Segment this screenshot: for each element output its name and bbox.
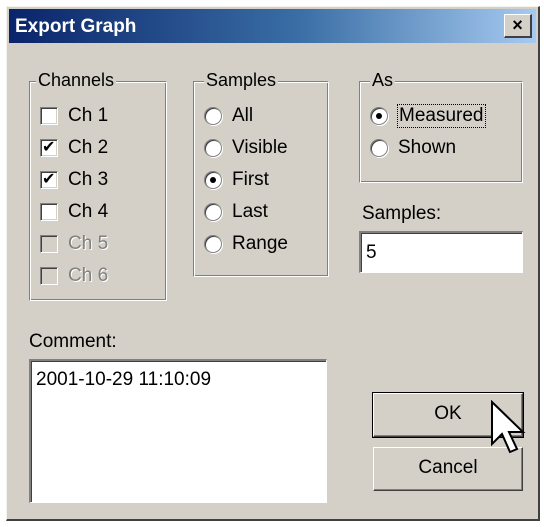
checkbox-ch6-label: Ch 6 bbox=[68, 265, 109, 286]
checkbox-ch1-label: Ch 1 bbox=[68, 105, 109, 126]
radio-button[interactable] bbox=[204, 203, 222, 221]
checkbox-box bbox=[40, 267, 58, 285]
radio-visible-label: Visible bbox=[232, 137, 288, 158]
samples-group-label: Samples bbox=[204, 70, 279, 91]
radio-button[interactable] bbox=[204, 235, 222, 253]
checkbox-box[interactable] bbox=[40, 107, 58, 125]
checkbox-ch4-label: Ch 4 bbox=[68, 201, 109, 222]
title-bar[interactable]: Export Graph × bbox=[9, 9, 536, 43]
samples-input[interactable]: 5 bbox=[359, 231, 523, 273]
samples-field-label: Samples: bbox=[362, 203, 442, 224]
radio-all-label: All bbox=[232, 105, 254, 126]
checkbox-ch5-label: Ch 5 bbox=[68, 233, 109, 254]
radio-button[interactable] bbox=[370, 107, 388, 125]
channels-group: Channels Ch 1 ✔ Ch 2 ✔ Ch 3 Ch 4 Ch 5 Ch… bbox=[29, 70, 167, 301]
export-graph-dialog: Export Graph × Channels Ch 1 ✔ Ch 2 ✔ Ch… bbox=[6, 6, 540, 521]
ok-button-label: OK bbox=[434, 403, 462, 424]
radio-button[interactable] bbox=[204, 139, 222, 157]
as-group: As Measured Shown bbox=[359, 70, 523, 183]
radio-button[interactable] bbox=[204, 171, 222, 189]
samples-group: Samples All Visible First Last Range bbox=[193, 70, 329, 277]
comment-label: Comment: bbox=[29, 331, 117, 352]
radio-range-label: Range bbox=[232, 233, 288, 254]
dialog-title: Export Graph bbox=[15, 16, 137, 37]
radio-first-label: First bbox=[232, 169, 269, 190]
comment-textarea[interactable]: 2001-10-29 11:10:09 bbox=[29, 359, 327, 503]
checkbox-box[interactable]: ✔ bbox=[40, 139, 58, 157]
samples-input-value: 5 bbox=[366, 242, 377, 263]
close-button[interactable]: × bbox=[504, 14, 532, 38]
checkmark-icon: ✔ bbox=[42, 171, 56, 188]
radio-measured-label: Measured bbox=[397, 104, 486, 128]
close-icon: × bbox=[512, 15, 523, 35]
checkbox-box[interactable] bbox=[40, 203, 58, 221]
radio-button[interactable] bbox=[370, 139, 388, 157]
comment-text: 2001-10-29 11:10:09 bbox=[36, 369, 212, 390]
radio-dot-icon bbox=[210, 177, 216, 183]
checkbox-box[interactable]: ✔ bbox=[40, 171, 58, 189]
radio-shown-label: Shown bbox=[398, 137, 457, 158]
radio-button[interactable] bbox=[204, 107, 222, 125]
channels-group-label: Channels bbox=[36, 70, 117, 91]
radio-last-label: Last bbox=[232, 201, 268, 222]
mouse-pointer-icon bbox=[491, 400, 526, 454]
checkbox-ch2-label: Ch 2 bbox=[68, 137, 109, 158]
checkmark-icon: ✔ bbox=[42, 139, 56, 156]
checkbox-ch3-label: Ch 3 bbox=[68, 169, 109, 190]
as-group-label: As bbox=[370, 70, 396, 91]
checkbox-box bbox=[40, 235, 58, 253]
cancel-button-label: Cancel bbox=[418, 457, 478, 478]
radio-dot-icon bbox=[376, 113, 382, 119]
